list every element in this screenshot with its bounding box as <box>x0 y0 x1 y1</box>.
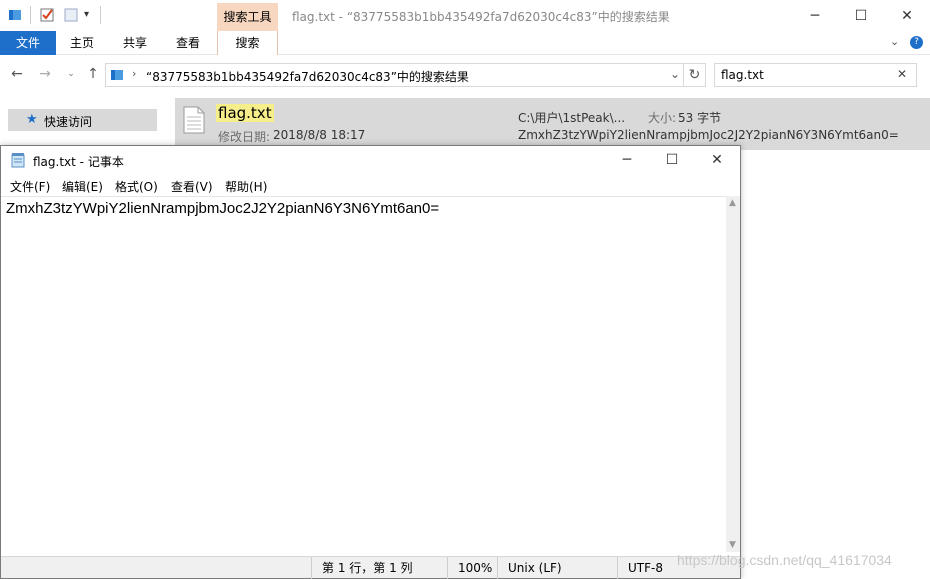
notepad-minimize-button[interactable]: ─ <box>604 146 650 174</box>
new-folder-icon[interactable] <box>64 8 78 22</box>
vertical-scrollbar[interactable]: ▲ ▼ <box>726 196 740 552</box>
explorer-window-title: flag.txt - “83775583b1bb435492fa7d62030c… <box>292 10 670 24</box>
tab-home[interactable]: 主页 <box>56 31 108 55</box>
forward-icon[interactable]: → <box>36 65 54 83</box>
menu-help[interactable]: 帮助(H) <box>225 178 267 195</box>
properties-icon[interactable] <box>40 8 54 22</box>
close-icon: ✕ <box>901 7 913 24</box>
notepad-window-title: flag.txt - 记事本 <box>33 155 124 169</box>
notepad-icon <box>11 153 26 171</box>
notepad-close-button[interactable]: ✕ <box>694 146 740 174</box>
separator <box>100 6 101 24</box>
maximize-icon: ☐ <box>665 152 679 168</box>
result-size-value: 53 字节 <box>678 111 722 125</box>
minimize-icon: ─ <box>810 7 820 24</box>
drive-icon[interactable] <box>8 8 22 22</box>
ribbon-expand-icon[interactable]: ⌄ <box>890 35 899 48</box>
result-path: C:\用户\1stPeak\... <box>518 111 626 125</box>
maximize-button[interactable]: ☐ <box>838 0 884 31</box>
result-filename: flag.txt <box>216 104 274 122</box>
back-icon[interactable]: ← <box>8 65 26 83</box>
notepad-text-area[interactable]: ZmxhZ3tzYWpiY2lienNrampjbmJoc2J2Y2pianN6… <box>1 196 726 552</box>
notepad-titlebar: flag.txt - 记事本 ─ ☐ ✕ <box>1 146 740 174</box>
tab-view[interactable]: 查看 <box>162 31 214 55</box>
close-button[interactable]: ✕ <box>884 0 930 31</box>
minimize-icon: ─ <box>622 152 632 168</box>
status-cursor-position: 第 1 行，第 1 列 <box>311 557 447 579</box>
notepad-statusbar: 第 1 行，第 1 列 100% Unix (LF) UTF-8 <box>1 556 740 579</box>
customize-qa-icon[interactable]: ▾ <box>84 9 98 23</box>
menu-view[interactable]: 查看(V) <box>171 178 213 195</box>
result-size-label: 大小: <box>648 111 677 125</box>
star-icon: ★ <box>26 112 38 127</box>
status-zoom: 100% <box>447 557 497 579</box>
notepad-menubar: 文件(F) 编辑(E) 格式(O) 查看(V) 帮助(H) <box>1 174 740 196</box>
tab-file[interactable]: 文件 <box>0 31 56 55</box>
search-result-item[interactable]: flag.txt 修改日期: 2018/8/8 18:17 C:\用户\1stP… <box>175 98 930 150</box>
notepad-content: ZmxhZ3tzYWpiY2lienNrampjbmJoc2J2Y2pianN6… <box>6 200 440 217</box>
help-icon[interactable]: ? <box>910 36 923 49</box>
text-file-icon <box>183 106 205 137</box>
notepad-maximize-button[interactable]: ☐ <box>649 146 695 174</box>
up-icon[interactable]: ↑ <box>84 65 102 83</box>
close-icon: ✕ <box>711 152 723 168</box>
search-input[interactable]: flag.txt ✕ <box>714 63 917 87</box>
scroll-up-icon[interactable]: ▲ <box>729 198 736 208</box>
recent-icon[interactable]: ⌄ <box>62 65 80 83</box>
nav-item-label: 快速访问 <box>44 115 93 129</box>
tab-search[interactable]: 搜索 <box>217 31 278 55</box>
menu-format[interactable]: 格式(O) <box>115 178 158 195</box>
address-bar[interactable]: › “83775583b1bb435492fa7d62030c4c83”中的搜索… <box>105 63 706 87</box>
clear-search-icon[interactable]: ✕ <box>897 67 907 81</box>
result-content-preview: ZmxhZ3tzYWpiY2lienNrampjbmJoc2J2Y2pianN6… <box>518 128 899 142</box>
search-query: flag.txt <box>721 68 764 82</box>
scroll-down-icon[interactable]: ▼ <box>729 540 736 550</box>
separator <box>30 6 31 24</box>
tab-share[interactable]: 共享 <box>108 31 162 55</box>
address-path: “83775583b1bb435492fa7d62030c4c83”中的搜索结果 <box>146 70 469 84</box>
refresh-icon[interactable]: ↻ <box>683 63 706 87</box>
status-line-ending: Unix (LF) <box>497 557 617 579</box>
minimize-button[interactable]: ─ <box>792 0 838 31</box>
search-tools-context-tab: 搜索工具 <box>217 3 278 31</box>
result-modified-label: 修改日期: <box>218 130 271 144</box>
breadcrumb-chevron-icon[interactable]: › <box>132 67 136 80</box>
nav-item-quick-access[interactable]: ★ 快速访问 <box>8 109 157 131</box>
menu-edit[interactable]: 编辑(E) <box>62 178 103 195</box>
maximize-icon: ☐ <box>854 7 868 24</box>
watermark-text: https://blog.csdn.net/qq_41617034 <box>677 552 892 568</box>
menu-file[interactable]: 文件(F) <box>10 178 50 195</box>
notepad-window: flag.txt - 记事本 ─ ☐ ✕ 文件(F) 编辑(E) 格式(O) 查… <box>0 145 741 579</box>
address-dropdown-icon[interactable]: ⌄ <box>670 67 680 81</box>
drive-icon <box>110 68 124 85</box>
result-modified-value: 2018/8/8 18:17 <box>273 128 366 142</box>
ribbon-tabs: 文件 主页 共享 查看 搜索 ⌄ ? <box>0 31 930 55</box>
explorer-titlebar: ▾ 搜索工具 flag.txt - “83775583b1bb435492fa7… <box>0 0 930 31</box>
